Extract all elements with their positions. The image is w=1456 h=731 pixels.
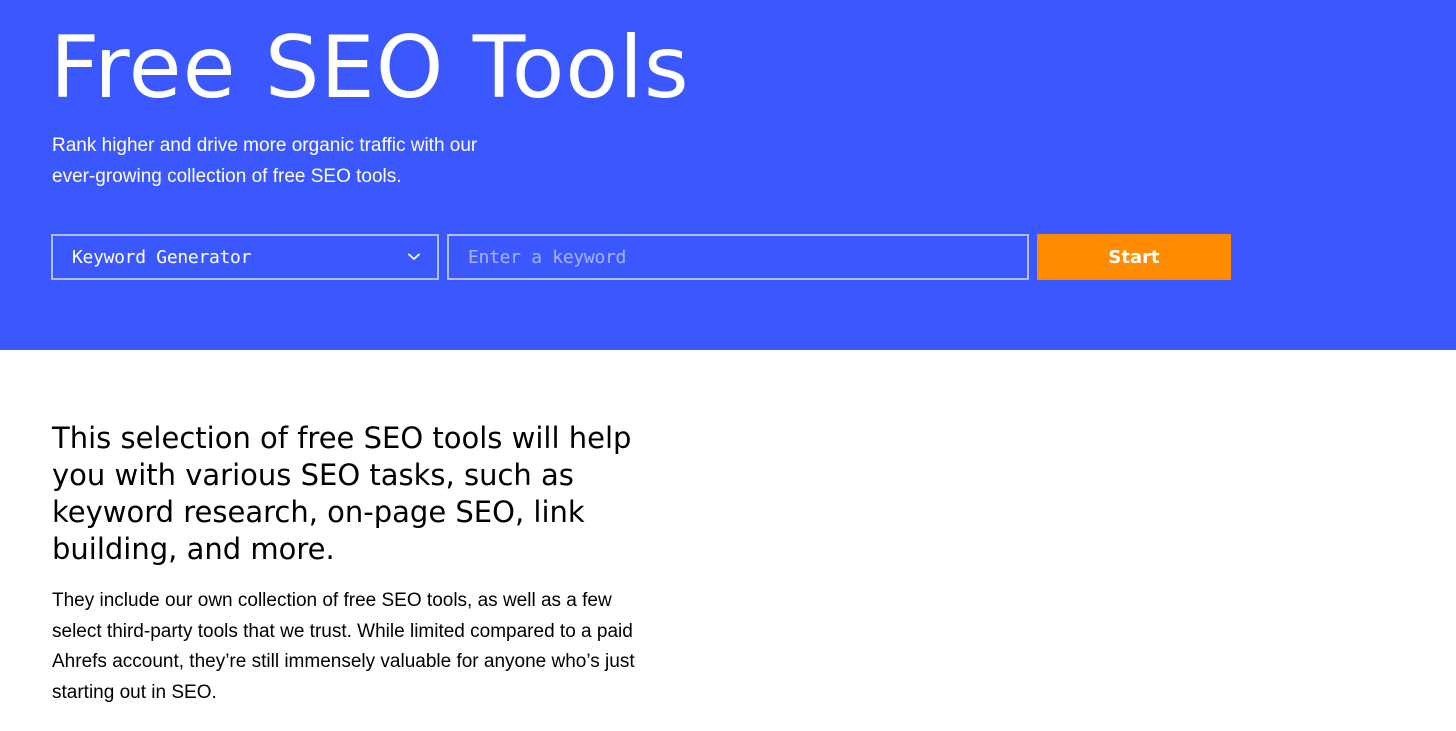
intro-heading-line: building, and more. — [52, 532, 335, 566]
tool-select-value: Keyword Generator — [72, 246, 252, 268]
intro-heading-line: you with various SEO tasks, such as — [52, 458, 574, 492]
intro-paragraph: They include our own collection of free … — [52, 586, 732, 708]
start-button[interactable]: Start — [1037, 234, 1231, 280]
hero-subtitle-line: ever-growing collection of free SEO tool… — [52, 166, 402, 187]
hero-section: Free SEO Tools Rank higher and drive mor… — [0, 0, 1456, 350]
intro-heading-line: keyword research, on-page SEO, link — [52, 495, 585, 529]
intro-heading-line: This selection of free SEO tools will he… — [52, 421, 632, 455]
intro-paragraph-line: They include our own collection of free … — [52, 590, 612, 611]
chevron-down-icon — [407, 250, 421, 264]
tool-select-dropdown[interactable]: Keyword Generator — [51, 234, 439, 280]
intro-heading: This selection of free SEO tools will he… — [52, 420, 692, 568]
intro-paragraph-line: Ahrefs account, they’re still immensely … — [52, 651, 635, 672]
intro-paragraph-line: starting out in SEO. — [52, 681, 217, 703]
keyword-input[interactable] — [447, 234, 1029, 280]
page-title: Free SEO Tools — [50, 18, 690, 118]
hero-subtitle: Rank higher and drive more organic traff… — [52, 130, 572, 192]
hero-subtitle-line: Rank higher and drive more organic traff… — [52, 135, 478, 156]
intro-paragraph-line: select third-party tools that we trust. … — [52, 620, 633, 642]
